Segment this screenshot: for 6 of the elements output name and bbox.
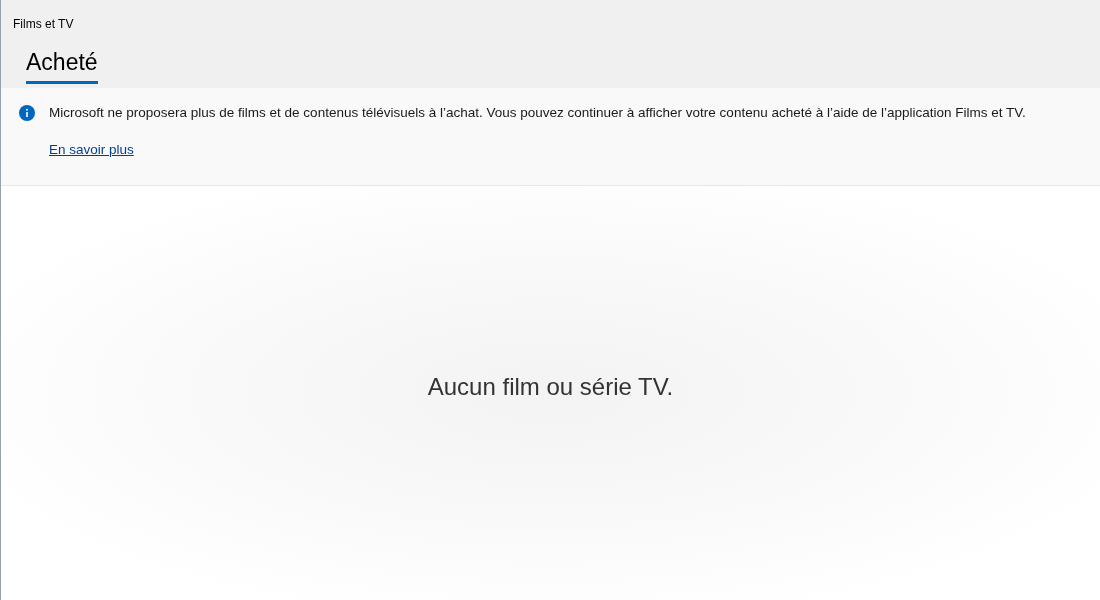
info-message: Microsoft ne proposera plus de films et de contenus télévisuels à l’achat. Vous pouvez continuer à afficher votre contenu acheté à l’aide de l’application Films et TV. [49,104,1026,122]
learn-more-link[interactable]: En savoir plus [49,140,134,161]
tab[interactable]: Acheté [26,48,98,84]
info-icon [19,105,35,122]
empty-state-message: Aucun film ou série TV. [427,372,674,402]
window-title: Films et TV [13,17,74,31]
